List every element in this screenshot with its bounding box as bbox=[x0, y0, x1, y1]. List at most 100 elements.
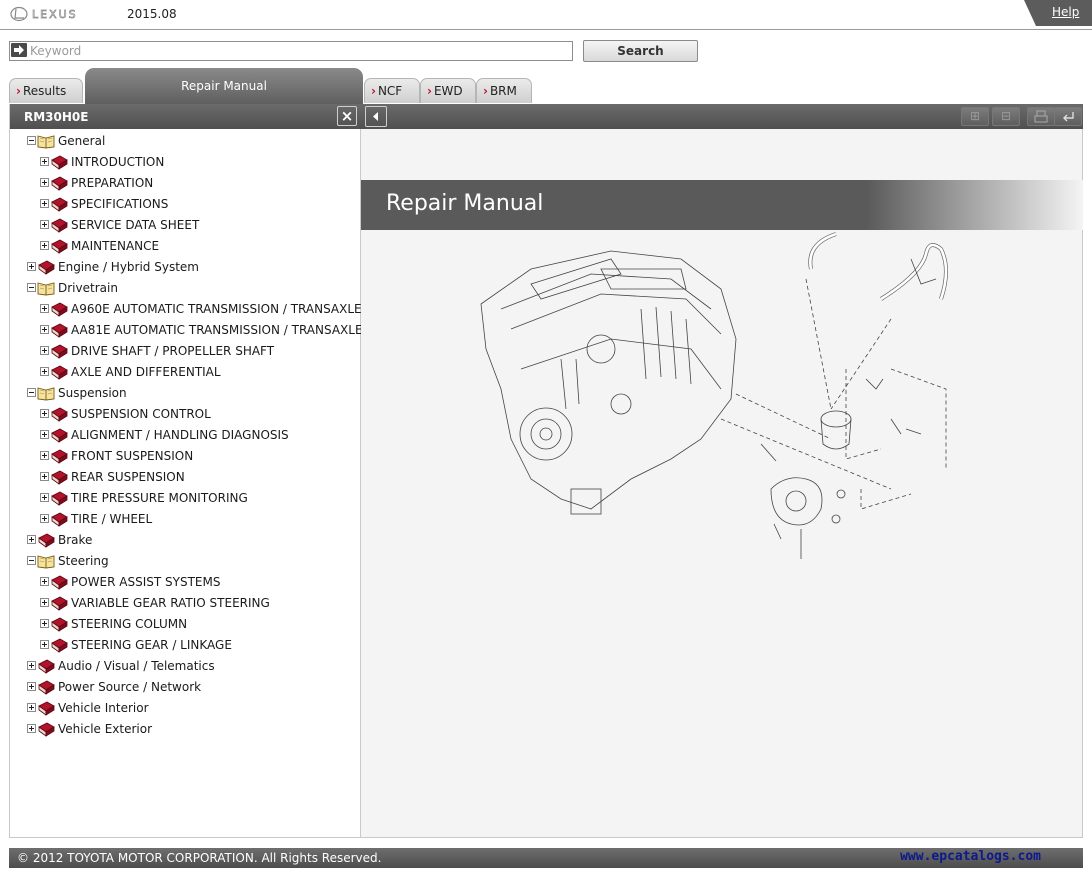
expand-toggle-icon[interactable] bbox=[40, 409, 49, 418]
search-button[interactable]: Search bbox=[583, 40, 698, 62]
closed-book-icon bbox=[37, 700, 55, 719]
closed-book-icon bbox=[50, 217, 68, 236]
copyright-text: © 2012 TOYOTA MOTOR CORPORATION. All Rig… bbox=[17, 851, 382, 865]
tree-item-label: TIRE PRESSURE MONITORING bbox=[71, 491, 248, 505]
expand-toggle-icon[interactable] bbox=[40, 241, 49, 250]
expand-toggle-icon[interactable] bbox=[40, 430, 49, 439]
tree-item-label: REAR SUSPENSION bbox=[71, 470, 185, 484]
expand-toggle-icon[interactable] bbox=[40, 493, 49, 502]
collapse-panel-button[interactable] bbox=[365, 106, 387, 127]
closed-book-icon bbox=[37, 532, 55, 551]
expand-toggle-icon[interactable] bbox=[40, 346, 49, 355]
tree-item-label: SUSPENSION CONTROL bbox=[71, 407, 211, 421]
tab-ewd-label: EWD bbox=[433, 84, 463, 98]
chevron-right-icon: › bbox=[427, 84, 432, 98]
expand-all-icon[interactable]: ⊞ bbox=[961, 107, 989, 126]
expand-toggle-icon[interactable] bbox=[40, 577, 49, 586]
expand-toggle-icon[interactable] bbox=[40, 451, 49, 460]
closed-book-icon bbox=[50, 301, 68, 320]
expand-toggle-icon[interactable] bbox=[40, 619, 49, 628]
collapse-toggle-icon[interactable] bbox=[27, 136, 36, 145]
tree-item-label: Brake bbox=[58, 533, 93, 547]
app-header: LEXUS 2015.08 Help bbox=[0, 0, 1092, 30]
expand-toggle-icon[interactable] bbox=[40, 199, 49, 208]
tree-item-label: Audio / Visual / Telematics bbox=[58, 659, 215, 673]
expand-toggle-icon[interactable] bbox=[40, 367, 49, 376]
expand-toggle-icon[interactable] bbox=[27, 703, 36, 712]
expand-toggle-icon[interactable] bbox=[40, 514, 49, 523]
open-book-icon bbox=[37, 133, 55, 152]
expand-toggle-icon[interactable] bbox=[27, 262, 36, 271]
closed-book-icon bbox=[37, 679, 55, 698]
tree-item-label: SPECIFICATIONS bbox=[71, 197, 169, 211]
tree-item-label: Vehicle Exterior bbox=[58, 722, 153, 736]
arrow-right-icon bbox=[11, 43, 27, 57]
content-area: Repair Manual bbox=[361, 129, 1083, 838]
closed-book-icon bbox=[50, 511, 68, 530]
collapse-toggle-icon[interactable] bbox=[27, 388, 36, 397]
closed-book-icon bbox=[50, 637, 68, 656]
closed-book-icon bbox=[50, 490, 68, 509]
open-book-icon bbox=[37, 280, 55, 299]
closed-book-icon bbox=[50, 406, 68, 425]
expand-toggle-icon[interactable] bbox=[27, 661, 36, 670]
tree-item-label: AA81E AUTOMATIC TRANSMISSION / TRANSAXLE bbox=[71, 323, 363, 337]
tab-ncf-label: NCF bbox=[377, 84, 403, 98]
collapse-all-icon[interactable]: ⊟ bbox=[992, 107, 1020, 126]
closed-book-icon bbox=[50, 175, 68, 194]
lexus-logo: LEXUS bbox=[10, 6, 100, 22]
closed-book-icon bbox=[50, 364, 68, 383]
tab-results[interactable]: › Results bbox=[9, 78, 83, 103]
expand-toggle-icon[interactable] bbox=[27, 682, 36, 691]
tree-item-label: Drivetrain bbox=[58, 281, 118, 295]
print-icon[interactable] bbox=[1027, 107, 1055, 126]
expand-toggle-icon[interactable] bbox=[27, 535, 36, 544]
help-tab[interactable]: Help bbox=[1024, 0, 1092, 26]
closed-book-icon bbox=[50, 595, 68, 614]
panel-header: RM30H0E × bbox=[10, 104, 361, 129]
back-icon[interactable] bbox=[1054, 107, 1082, 126]
expand-toggle-icon[interactable] bbox=[40, 304, 49, 313]
expand-toggle-icon[interactable] bbox=[40, 598, 49, 607]
keyword-search-input[interactable] bbox=[9, 41, 573, 61]
expand-toggle-icon[interactable] bbox=[40, 472, 49, 481]
watermark-text: www.epcatalogs.com bbox=[900, 849, 1041, 864]
content-title: Repair Manual bbox=[386, 191, 544, 216]
expand-toggle-icon[interactable] bbox=[27, 724, 36, 733]
tree-item-label: VARIABLE GEAR RATIO STEERING bbox=[71, 596, 270, 610]
tab-brm[interactable]: › BRM bbox=[476, 78, 532, 103]
expand-toggle-icon[interactable] bbox=[40, 178, 49, 187]
closed-book-icon bbox=[50, 469, 68, 488]
expand-toggle-icon[interactable] bbox=[40, 640, 49, 649]
tree-item-label: ALIGNMENT / HANDLING DIAGNOSIS bbox=[71, 428, 289, 442]
navigation-panel: RM30H0E × General INTRODUCTION PREPARATION… bbox=[9, 104, 363, 838]
close-panel-button[interactable]: × bbox=[337, 106, 357, 126]
tree-item-label: Engine / Hybrid System bbox=[58, 260, 199, 274]
svg-text:LEXUS: LEXUS bbox=[32, 8, 78, 21]
closed-book-icon bbox=[50, 574, 68, 593]
collapse-toggle-icon[interactable] bbox=[27, 283, 36, 292]
open-book-icon bbox=[37, 553, 55, 572]
tab-repair-manual[interactable]: Repair Manual bbox=[85, 68, 363, 104]
tree-item-label: Steering bbox=[58, 554, 109, 568]
closed-book-icon bbox=[37, 721, 55, 740]
tree-item-label: Suspension bbox=[58, 386, 127, 400]
closed-book-icon bbox=[50, 196, 68, 215]
tree-item-label: General bbox=[58, 134, 106, 148]
tree-item-label: STEERING COLUMN bbox=[71, 617, 188, 631]
tree-item-label: FRONT SUSPENSION bbox=[71, 449, 194, 463]
tab-ncf[interactable]: › NCF bbox=[364, 78, 420, 103]
chevron-right-icon: › bbox=[483, 84, 488, 98]
expand-toggle-icon[interactable] bbox=[40, 220, 49, 229]
closed-book-icon bbox=[50, 238, 68, 257]
collapse-toggle-icon[interactable] bbox=[27, 556, 36, 565]
chevron-right-icon: › bbox=[16, 84, 21, 98]
tree-item-label: SERVICE DATA SHEET bbox=[71, 218, 200, 232]
expand-toggle-icon[interactable] bbox=[40, 325, 49, 334]
tab-ewd[interactable]: › EWD bbox=[420, 78, 476, 103]
closed-book-icon bbox=[50, 448, 68, 467]
tree-item-label: Power Source / Network bbox=[58, 680, 202, 694]
help-link[interactable]: Help bbox=[1052, 5, 1079, 19]
tree-item-label: DRIVE SHAFT / PROPELLER SHAFT bbox=[71, 344, 275, 358]
expand-toggle-icon[interactable] bbox=[40, 157, 49, 166]
